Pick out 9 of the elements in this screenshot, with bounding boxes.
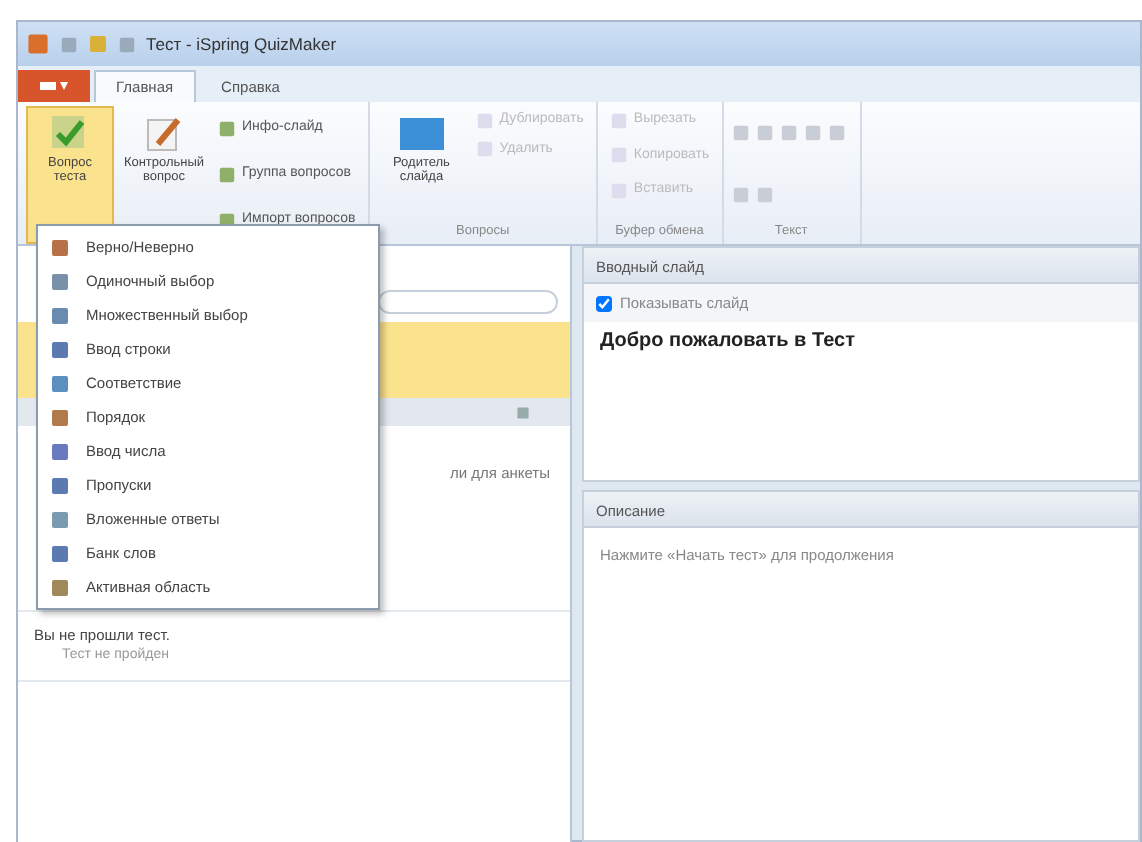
caret-icon [40, 79, 68, 92]
show-slide-check[interactable] [596, 295, 612, 312]
search-field[interactable] [378, 290, 558, 314]
file-menu-button[interactable] [18, 70, 90, 102]
slide-title: Добро пожаловать в Тест [598, 328, 857, 357]
collapse-icon [516, 405, 530, 419]
app-icon [26, 32, 50, 56]
pencil-icon [142, 112, 186, 156]
window-title: Тест - iSpring QuizMaker [146, 31, 337, 57]
